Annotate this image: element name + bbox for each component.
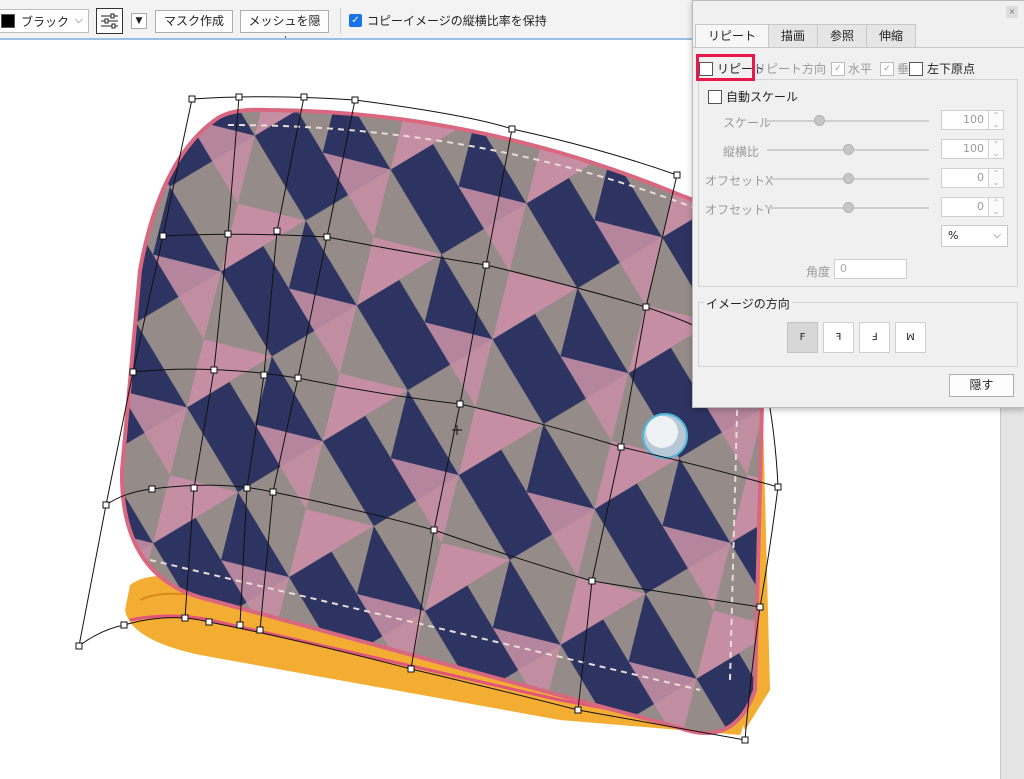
offset-x-value[interactable]: 0: [941, 168, 989, 188]
scale-slider-thumb[interactable]: [814, 115, 825, 126]
panel-tabs: リピート 描画 参照 伸縮: [695, 24, 917, 48]
angle-value[interactable]: 0: [834, 259, 907, 279]
orientation-title: イメージの方向: [704, 295, 792, 312]
lower-left-origin-label: 左下原点: [927, 62, 976, 76]
aspect-value[interactable]: 100: [941, 139, 989, 159]
checkbox-box: [708, 89, 722, 104]
tab-draw[interactable]: 描画: [768, 24, 819, 47]
scale-value[interactable]: 100: [941, 110, 989, 130]
offset-x-spinner[interactable]: ⌃ ⌄: [988, 168, 1004, 188]
offset-x-slider-thumb[interactable]: [843, 173, 854, 184]
unit-value: %: [948, 229, 959, 242]
repeat-tab-body: [693, 47, 1024, 48]
tab-reference[interactable]: 参照: [817, 24, 868, 47]
tab-repeat[interactable]: リピート: [695, 24, 770, 48]
tab-stretch[interactable]: 伸縮: [866, 24, 917, 47]
panel-title-bar[interactable]: [693, 1, 1024, 23]
scale-spinner[interactable]: ⌃ ⌄: [988, 110, 1004, 130]
horizontal-checkbox[interactable]: ✓: [831, 61, 846, 76]
lower-left-origin-checkbox[interactable]: 左下原点: [909, 60, 975, 77]
angle-label: 角度: [806, 265, 831, 279]
auto-scale-label: 自動スケール: [726, 90, 799, 104]
orientation-flip-h-button[interactable]: ꟻ: [823, 322, 854, 353]
orientation-rotate-button[interactable]: ꟽ: [895, 322, 926, 353]
horizontal-label: 水平: [848, 62, 873, 76]
close-icon[interactable]: ×: [1006, 6, 1018, 18]
annotation-highlight-box: [696, 54, 755, 81]
offset-y-value[interactable]: 0: [941, 197, 989, 217]
aspect-label: 縦横比: [723, 145, 760, 159]
chevron-down-icon: ⌵: [993, 230, 1001, 241]
hide-panel-button[interactable]: 隠す: [949, 374, 1014, 397]
repeat-direction-group: リピート方向 ✓ 水平 ✓ 垂直: [754, 60, 921, 77]
checkbox-box: [909, 61, 923, 76]
offset-y-spinner[interactable]: ⌃ ⌄: [988, 197, 1004, 217]
offset-y-slider-thumb[interactable]: [843, 202, 854, 213]
offset-y-label: オフセットY: [705, 203, 773, 217]
repeat-direction-label: リピート方向: [754, 62, 827, 76]
scale-slider[interactable]: [767, 120, 929, 122]
unit-select[interactable]: % ⌵: [941, 225, 1008, 247]
vertical-checkbox[interactable]: ✓: [880, 61, 895, 76]
orientation-flip-v-button[interactable]: Ⅎ: [859, 322, 890, 353]
orientation-normal-button[interactable]: F: [787, 322, 818, 353]
offset-x-label: オフセットX: [705, 174, 774, 188]
scale-label: スケール: [723, 116, 772, 130]
auto-scale-checkbox[interactable]: 自動スケール: [708, 88, 798, 105]
aspect-spinner[interactable]: ⌃ ⌄: [988, 139, 1004, 159]
aspect-slider-thumb[interactable]: [843, 144, 854, 155]
